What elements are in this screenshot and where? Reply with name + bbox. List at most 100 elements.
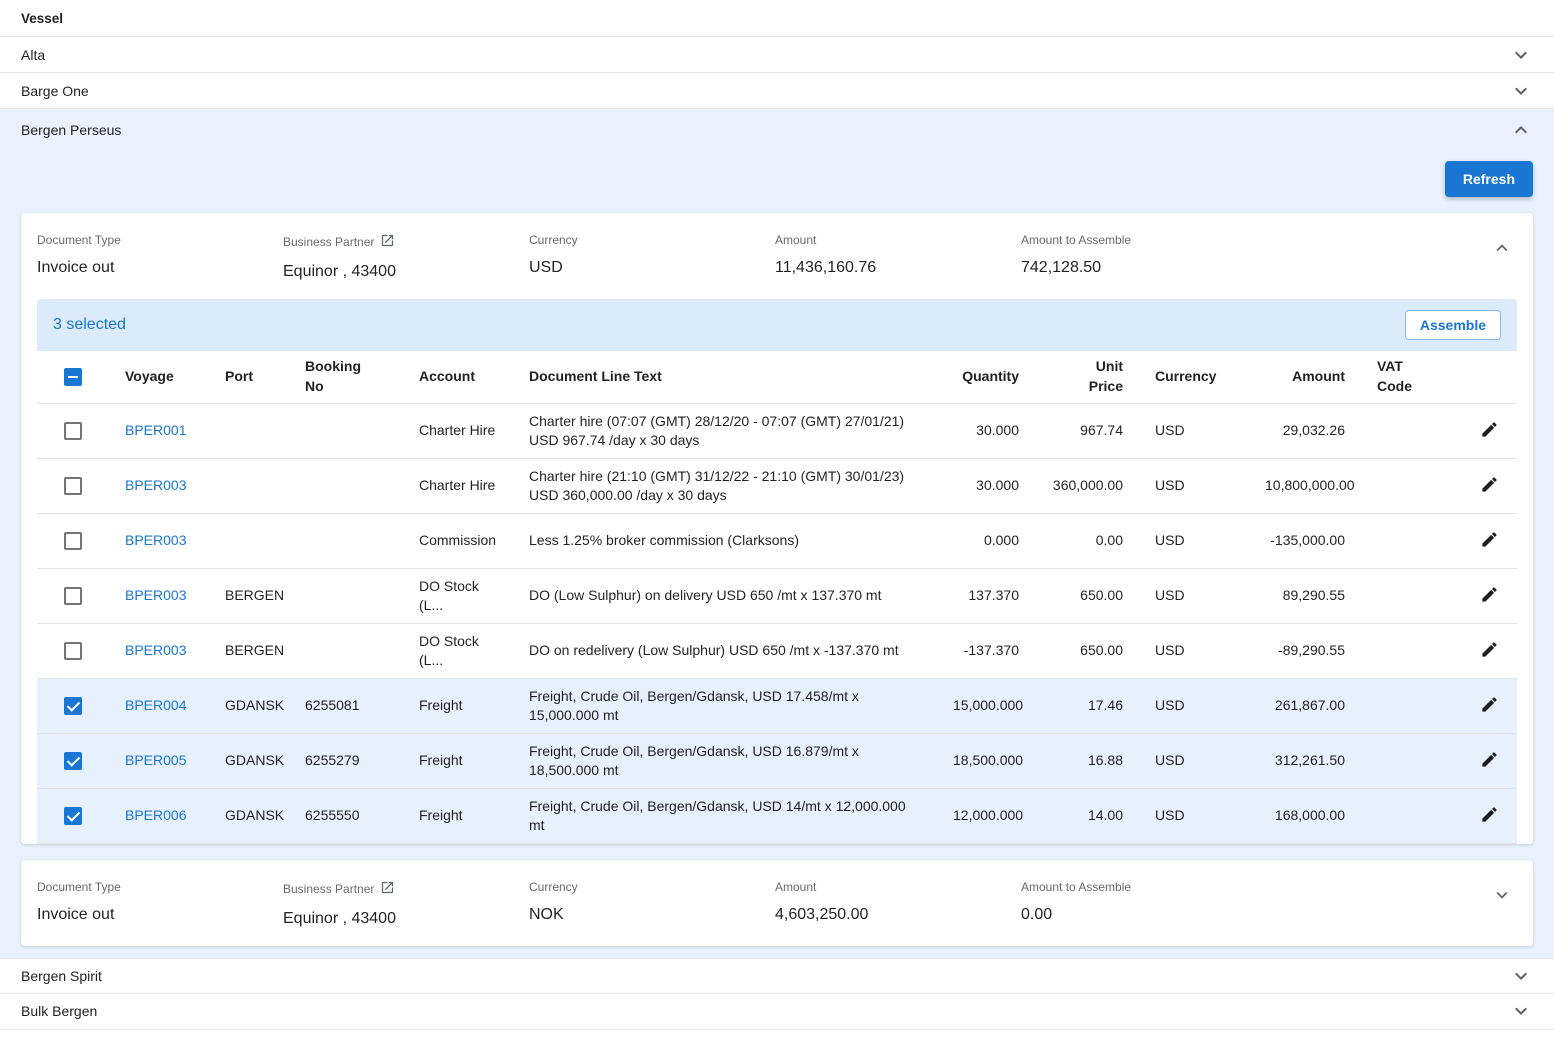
line-items-table: Voyage Port Booking No Account Document … — [37, 351, 1517, 844]
document-type-value: Invoice out — [37, 259, 271, 277]
edit-icon[interactable] — [1478, 748, 1501, 771]
row-checkbox[interactable] — [64, 807, 82, 825]
booking-no-cell: 6255081 — [289, 678, 403, 733]
unit-price-cell: 14.00 — [1035, 788, 1139, 843]
business-partner-label-text: Business Partner — [283, 235, 374, 249]
edit-icon[interactable] — [1478, 803, 1501, 826]
expand-card-button[interactable] — [1487, 880, 1517, 910]
account-cell: Charter Hire — [403, 458, 513, 513]
currency-label: Currency — [529, 233, 763, 247]
accordion-bulk-bergen-label: Bulk Bergen — [21, 1003, 97, 1019]
account-cell: DO Stock (L... — [403, 568, 513, 623]
open-in-new-icon[interactable] — [380, 233, 395, 251]
voyage-cell: BPER003 — [109, 458, 209, 513]
booking-no-cell — [289, 403, 403, 458]
field-business-partner: Business Partner Equinor , 43400 — [283, 233, 529, 281]
row-checkbox[interactable] — [64, 697, 82, 715]
quantity-cell: 12,000.000 — [937, 788, 1035, 843]
currency-cell: USD — [1139, 623, 1249, 678]
row-checkbox[interactable] — [64, 532, 82, 550]
port-cell — [209, 458, 289, 513]
accordion-bergen-perseus[interactable]: Bergen Perseus — [0, 109, 1554, 151]
unit-price-cell: 0.00 — [1035, 513, 1139, 568]
booking-no-cell — [289, 513, 403, 568]
vat-code-cell — [1361, 733, 1449, 788]
account-cell: DO Stock (L... — [403, 623, 513, 678]
amount-to-assemble-value: 0.00 — [1021, 906, 1475, 924]
voyage-link[interactable]: BPER003 — [125, 477, 186, 493]
unit-price-cell: 16.88 — [1035, 733, 1139, 788]
account-cell: Commission — [403, 513, 513, 568]
accordion-bergen-perseus-label: Bergen Perseus — [21, 122, 121, 138]
chevron-down-icon — [1509, 43, 1533, 67]
header-booking-no: Booking No — [289, 351, 403, 403]
voyage-cell: BPER004 — [109, 678, 209, 733]
collapse-card-button[interactable] — [1487, 233, 1517, 263]
voyage-link[interactable]: BPER001 — [125, 422, 186, 438]
line-text-cell: DO on redelivery (Low Sulphur) USD 650 /… — [513, 623, 937, 678]
row-checkbox[interactable] — [64, 422, 82, 440]
chevron-down-icon — [1509, 964, 1533, 988]
field-business-partner: Business Partner Equinor , 43400 — [283, 880, 529, 928]
amount-to-assemble-value: 742,128.50 — [1021, 259, 1475, 277]
open-in-new-icon[interactable] — [380, 880, 395, 898]
vat-code-cell — [1361, 403, 1449, 458]
header-account: Account — [403, 351, 513, 403]
edit-icon[interactable] — [1478, 638, 1501, 661]
voyage-link[interactable]: BPER003 — [125, 587, 186, 603]
chevron-up-icon — [1509, 118, 1533, 142]
assemble-button[interactable]: Assemble — [1405, 310, 1501, 340]
header-amount: Amount — [1249, 351, 1361, 403]
selected-count: 3 selected — [53, 316, 126, 334]
refresh-button[interactable]: Refresh — [1445, 161, 1533, 197]
accordion-barge-one[interactable]: Barge One — [0, 73, 1554, 109]
amount-cell: 89,290.55 — [1249, 568, 1361, 623]
accordion-alta[interactable]: Alta — [0, 37, 1554, 73]
field-document-type: Document Type Invoice out — [37, 880, 283, 924]
table-row: BPER006 GDANSK 6255550 Freight Freight, … — [37, 788, 1517, 843]
voyage-cell: BPER001 — [109, 403, 209, 458]
edit-icon[interactable] — [1478, 528, 1501, 551]
amount-to-assemble-label: Amount to Assemble — [1021, 880, 1475, 894]
quantity-cell: 30.000 — [937, 403, 1035, 458]
voyage-cell: BPER003 — [109, 513, 209, 568]
select-all-checkbox[interactable] — [64, 368, 82, 386]
row-checkbox[interactable] — [64, 752, 82, 770]
account-cell: Charter Hire — [403, 403, 513, 458]
header-edit — [1449, 351, 1517, 403]
business-partner-value: Equinor , 43400 — [283, 263, 517, 281]
table-row: BPER005 GDANSK 6255279 Freight Freight, … — [37, 733, 1517, 788]
edit-icon[interactable] — [1478, 418, 1501, 441]
booking-no-cell — [289, 458, 403, 513]
edit-icon[interactable] — [1478, 583, 1501, 606]
amount-cell: -135,000.00 — [1249, 513, 1361, 568]
port-cell: BERGEN — [209, 623, 289, 678]
row-checkbox[interactable] — [64, 642, 82, 660]
vat-code-cell — [1361, 678, 1449, 733]
field-amount: Amount 4,603,250.00 — [775, 880, 1021, 924]
voyage-link[interactable]: BPER003 — [125, 642, 186, 658]
header-quantity: Quantity — [937, 351, 1035, 403]
voyage-link[interactable]: BPER004 — [125, 697, 186, 713]
amount-label: Amount — [775, 880, 1009, 894]
account-cell: Freight — [403, 733, 513, 788]
accordion-bergen-spirit[interactable]: Bergen Spirit — [0, 958, 1554, 994]
row-checkbox[interactable] — [64, 477, 82, 495]
amount-to-assemble-label: Amount to Assemble — [1021, 233, 1475, 247]
line-text-cell: Charter hire (21:10 (GMT) 31/12/22 - 21:… — [513, 458, 937, 513]
edit-icon[interactable] — [1478, 473, 1501, 496]
vessel-header-label: Vessel — [21, 11, 63, 26]
currency-cell: USD — [1139, 678, 1249, 733]
account-cell: Freight — [403, 678, 513, 733]
voyage-link[interactable]: BPER005 — [125, 752, 186, 768]
accordion-bulk-bergen[interactable]: Bulk Bergen — [0, 994, 1554, 1030]
voyage-link[interactable]: BPER003 — [125, 532, 186, 548]
header-voyage: Voyage — [109, 351, 209, 403]
table-row: BPER003 Commission Less 1.25% broker com… — [37, 513, 1517, 568]
edit-icon[interactable] — [1478, 693, 1501, 716]
voyage-link[interactable]: BPER006 — [125, 807, 186, 823]
amount-cell: 261,867.00 — [1249, 678, 1361, 733]
row-checkbox[interactable] — [64, 587, 82, 605]
currency-cell: USD — [1139, 513, 1249, 568]
field-amount-to-assemble: Amount to Assemble 742,128.50 — [1021, 233, 1487, 277]
